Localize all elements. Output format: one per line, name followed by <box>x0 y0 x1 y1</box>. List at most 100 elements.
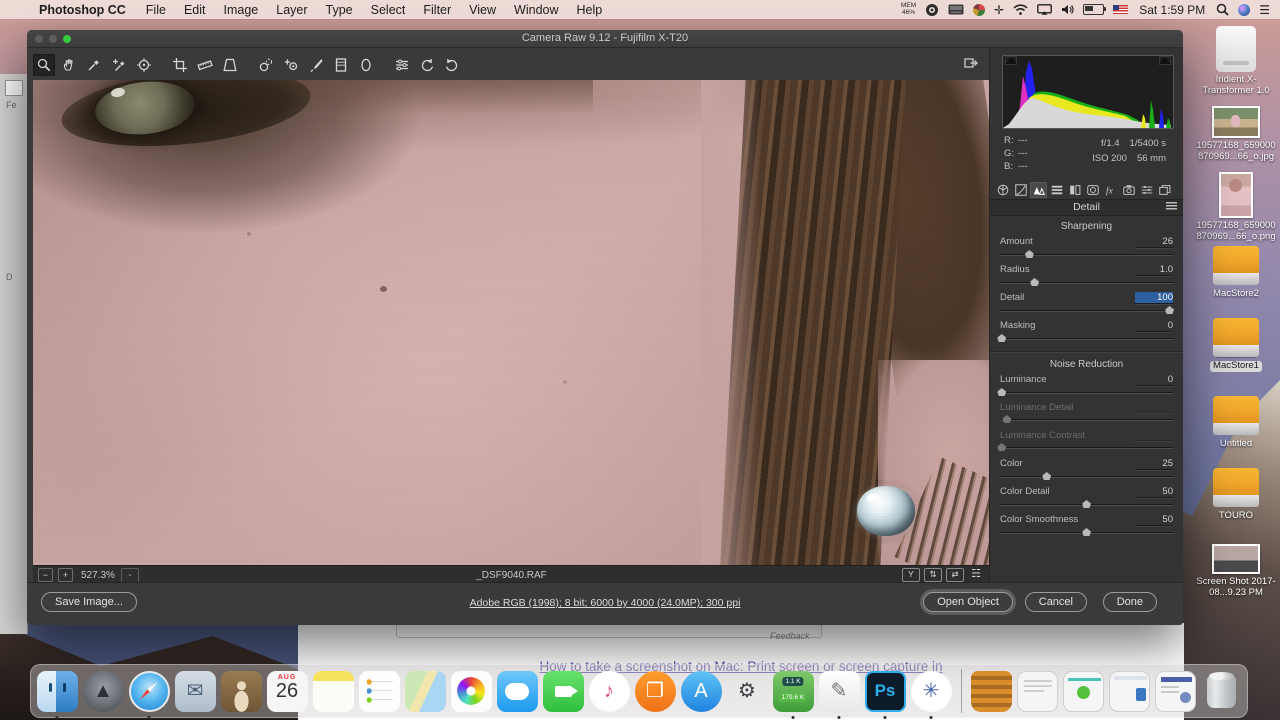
dock-maps[interactable] <box>405 671 446 712</box>
spot-removal-tool-icon[interactable] <box>255 54 277 76</box>
slider-track[interactable] <box>1000 391 1173 394</box>
dock-mail[interactable]: ✉ <box>175 671 216 712</box>
drive-icon[interactable] <box>1213 318 1259 358</box>
dock-ibooks[interactable]: ❐ <box>635 671 676 712</box>
dock-textedit[interactable]: ✎ <box>819 671 860 712</box>
menu-filter[interactable]: Filter <box>414 3 460 17</box>
zoom-out-button[interactable]: − <box>38 568 53 582</box>
tab-detail[interactable] <box>1030 182 1047 198</box>
menu-image[interactable]: Image <box>215 3 268 17</box>
zoom-level-dropdown[interactable]: ⌄ <box>121 568 139 583</box>
drive-icon[interactable] <box>1213 468 1259 508</box>
zoom-tool-icon[interactable] <box>33 54 55 76</box>
tab-snapshots[interactable] <box>1156 182 1173 198</box>
menu-view[interactable]: View <box>460 3 505 17</box>
dock-basket-app[interactable] <box>971 671 1012 712</box>
menu-bar-clock[interactable]: Sat 1:59 PM <box>1139 3 1205 17</box>
dialog-title-bar[interactable]: Camera Raw 9.12 - Fujifilm X-T20 <box>27 30 1183 48</box>
cancel-button[interactable]: Cancel <box>1025 592 1087 612</box>
menu-app-name[interactable]: Photoshop CC <box>30 3 137 17</box>
screenshot-icon[interactable] <box>1212 544 1260 574</box>
airplay-display-icon[interactable] <box>1037 3 1052 17</box>
slider-track[interactable] <box>1000 281 1173 284</box>
slider-value[interactable]: 0 <box>1135 320 1173 332</box>
targeted-adjustment-tool-icon[interactable] <box>133 54 155 76</box>
dock-minimized-window-page[interactable] <box>1155 671 1196 712</box>
tab-presets[interactable] <box>1138 182 1155 198</box>
slider-thumb[interactable] <box>1002 415 1011 423</box>
slider-thumb[interactable] <box>997 334 1006 342</box>
desktop-icon-macstore1[interactable]: MacStore1 <box>1192 318 1280 372</box>
adjustment-brush-tool-icon[interactable] <box>305 54 327 76</box>
dock-itunes[interactable]: ♪ <box>589 671 630 712</box>
desktop-icon-iridient-x-transformer-1-0[interactable]: Iridient X-Transformer 1.0 <box>1192 26 1280 96</box>
dock-network-monitor[interactable]: 1.1 K179.6 K <box>773 671 814 712</box>
menu-file[interactable]: File <box>137 3 175 17</box>
tab-tone-curve[interactable] <box>1012 182 1029 198</box>
memory-indicator[interactable]: MEM46% <box>901 3 916 16</box>
tab-basic[interactable] <box>994 182 1011 198</box>
desktop-icon-screen-shot-2017-08-9-23-pm[interactable]: Screen Shot 2017-08...9.23 PM <box>1192 544 1280 598</box>
desktop-icon-19577168-659000-870969-66-o-[interactable]: 19577168_659000 870969...66_o.jpg <box>1192 106 1280 162</box>
slider-value[interactable]: 0 <box>1135 374 1173 386</box>
tab-effects[interactable]: fx <box>1102 182 1119 198</box>
slider-value[interactable] <box>1135 402 1173 413</box>
toggle-fullscreen-icon[interactable] <box>959 52 983 74</box>
slider-value[interactable]: 25 <box>1135 458 1173 470</box>
dock-photoshop[interactable]: Ps <box>865 671 906 712</box>
slider-track[interactable] <box>1000 337 1173 340</box>
slider-value[interactable]: 50 <box>1135 514 1173 526</box>
open-object-button[interactable]: Open Object <box>923 592 1013 612</box>
drive-icon[interactable] <box>1213 396 1259 436</box>
dock-ornament-app[interactable]: ✳ <box>911 671 952 712</box>
volume-icon[interactable] <box>1061 3 1074 17</box>
red-eye-tool-icon[interactable] <box>280 54 302 76</box>
slider-track[interactable] <box>1000 253 1173 256</box>
slider-thumb[interactable] <box>1030 278 1039 286</box>
menu-edit[interactable]: Edit <box>175 3 215 17</box>
tab-split-toning[interactable] <box>1066 182 1083 198</box>
rotate-left-icon[interactable] <box>416 54 438 76</box>
slider-value[interactable] <box>1135 430 1173 441</box>
dock-finder[interactable] <box>37 671 78 712</box>
dock-system-preferences[interactable]: ⚙ <box>727 671 768 712</box>
image-preview[interactable] <box>33 80 990 565</box>
dock-messages[interactable] <box>497 671 538 712</box>
desktop-icon-untitled[interactable]: Untitled <box>1192 396 1280 450</box>
desktop-icon-19577168-659000-870969-66-o-[interactable]: 19577168_659000 870969...66_o.png <box>1192 172 1280 242</box>
feedback-link[interactable]: Feedback <box>770 631 810 641</box>
dock-minimized-window-document[interactable] <box>1017 671 1058 712</box>
move-tool-icon[interactable]: ✛ <box>994 3 1004 17</box>
menu-help[interactable]: Help <box>568 3 612 17</box>
tab-hsl-grayscale[interactable] <box>1048 182 1065 198</box>
slider-track[interactable] <box>1000 309 1173 312</box>
white-balance-tool-icon[interactable] <box>83 54 105 76</box>
straighten-tool-icon[interactable] <box>194 54 216 76</box>
done-button[interactable]: Done <box>1103 592 1157 612</box>
slider-thumb[interactable] <box>997 443 1006 451</box>
transform-tool-icon[interactable] <box>219 54 241 76</box>
menu-window[interactable]: Window <box>505 3 567 17</box>
eye-app-icon[interactable] <box>925 3 939 17</box>
input-language-flag-icon[interactable] <box>1113 5 1128 14</box>
dock-minimized-window-finder[interactable] <box>1109 671 1150 712</box>
dock-reminders[interactable] <box>359 671 400 712</box>
dock-contacts[interactable] <box>221 671 262 712</box>
menu-type[interactable]: Type <box>317 3 362 17</box>
slider-track[interactable] <box>1000 503 1173 506</box>
dock-notes[interactable] <box>313 671 354 712</box>
tab-lens-corrections[interactable] <box>1084 182 1101 198</box>
color-app-icon[interactable] <box>973 3 985 17</box>
desktop-icon-macstore2[interactable]: MacStore2 <box>1192 246 1280 300</box>
histogram[interactable] <box>1002 55 1174 129</box>
notification-center-icon[interactable]: ☰ <box>1259 3 1270 17</box>
slider-value[interactable]: 50 <box>1135 486 1173 498</box>
slider-thumb[interactable] <box>1082 500 1091 508</box>
wifi-icon[interactable] <box>1013 3 1028 17</box>
drive-icon[interactable] <box>1213 246 1259 286</box>
dock-trash[interactable] <box>1201 671 1242 712</box>
background-window-sliver[interactable]: Fe D <box>0 74 28 634</box>
dock-safari[interactable] <box>129 671 170 712</box>
photo-png-icon[interactable] <box>1219 172 1253 218</box>
dock-launchpad[interactable]: ▲ <box>83 671 124 712</box>
